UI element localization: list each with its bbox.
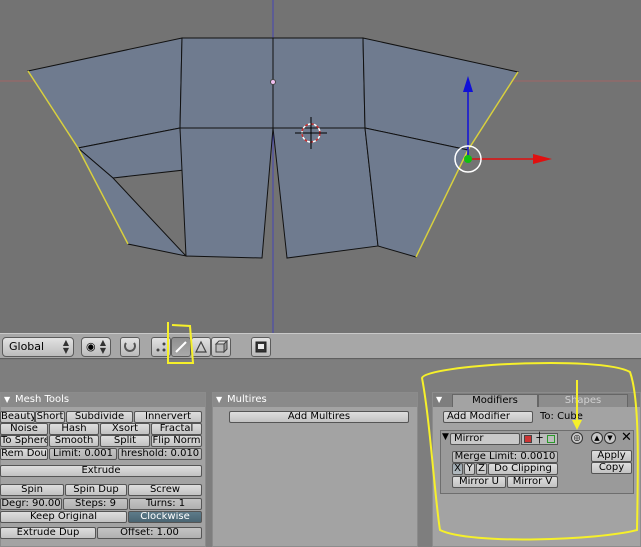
mirror-u-toggle[interactable]: Mirror U	[452, 476, 506, 488]
extrude-dup-button[interactable]: Extrude Dup	[0, 527, 96, 539]
vertex-select-icon[interactable]	[151, 337, 171, 357]
move-down-icon[interactable]: ▼	[604, 432, 616, 444]
rem-doubles-button[interactable]: Rem Dou	[0, 448, 48, 460]
face-select-icon[interactable]	[191, 337, 211, 357]
collapse-triangle-icon[interactable]: ▼	[4, 393, 10, 407]
mirror-v-toggle[interactable]: Mirror V	[507, 476, 558, 488]
panel-title: Mesh Tools	[15, 394, 70, 405]
flip-norm-button[interactable]: Flip Norm	[151, 435, 202, 447]
noise-button[interactable]: Noise	[0, 423, 48, 435]
threshold-field[interactable]: hreshold: 0.010	[118, 448, 202, 460]
turns-field[interactable]: Turns: 1	[129, 498, 202, 510]
move-up-icon[interactable]: ▲	[591, 432, 603, 444]
render-icon[interactable]	[251, 337, 271, 357]
orientation-label: Global	[9, 340, 45, 353]
pivot-icon: ◉	[86, 340, 96, 353]
degrees-field[interactable]: Degr: 90.00	[0, 498, 62, 510]
panel-title: Multires	[227, 394, 267, 405]
editmode-toggle-icon[interactable]: ┼	[536, 434, 542, 444]
hash-button[interactable]: Hash	[49, 423, 99, 435]
axis-z-toggle[interactable]: Z	[476, 463, 487, 475]
limit-field[interactable]: Limit: 0.001	[49, 448, 117, 460]
tab-modifiers[interactable]: Modifiers	[452, 394, 538, 407]
offset-field[interactable]: Offset: 1.00	[97, 527, 202, 539]
modifier-target-label: To: Cube	[540, 411, 583, 422]
modifier-name-field[interactable]: Mirror	[450, 433, 520, 445]
steps-field[interactable]: Steps: 9	[63, 498, 128, 510]
multires-header[interactable]: ▼ Multires	[213, 393, 417, 407]
y-handle-icon[interactable]	[464, 155, 472, 163]
beauty-button[interactable]: Beauty	[0, 411, 35, 423]
merge-limit-field[interactable]: Merge Limit: 0.0010	[452, 451, 558, 463]
to-sphere-button[interactable]: To Sphere	[0, 435, 48, 447]
split-button[interactable]: Split	[100, 435, 150, 447]
clockwise-toggle[interactable]: Clockwise	[128, 511, 202, 523]
smooth-button[interactable]: Smooth	[49, 435, 99, 447]
subdivide-button[interactable]: Subdivide	[66, 411, 133, 423]
dropdown-arrows-icon: ▲ ▼	[62, 338, 69, 355]
viewport-canvas[interactable]	[0, 0, 641, 333]
dropdown-arrows-icon: ▲ ▼	[99, 338, 106, 355]
3d-viewport[interactable]	[0, 0, 641, 333]
collapse-triangle-icon[interactable]: ▼	[216, 393, 222, 407]
spin-button[interactable]: Spin	[0, 484, 64, 496]
axis-y-toggle[interactable]: Y	[464, 463, 475, 475]
xsort-button[interactable]: Xsort	[100, 423, 150, 435]
close-icon[interactable]: ✕	[621, 430, 632, 445]
collapse-triangle-icon[interactable]: ▼	[436, 393, 442, 407]
x-arrow-icon[interactable]	[533, 154, 552, 164]
orientation-dropdown[interactable]: Global ▲ ▼	[2, 337, 74, 357]
render-toggle-icon[interactable]	[524, 435, 533, 443]
pivot-dropdown[interactable]: ◉ ▲ ▼	[81, 337, 111, 357]
object-origin-dot	[270, 79, 276, 85]
innervert-dropdown[interactable]: Innervert	[134, 411, 202, 423]
3d-view-header: Global ▲ ▼ ◉ ▲ ▼	[0, 333, 641, 359]
expand-triangle-icon[interactable]: ▼	[442, 432, 449, 442]
keep-original-toggle[interactable]: Keep Original	[0, 511, 127, 523]
tab-shapes[interactable]: Shapes	[538, 394, 628, 407]
axis-x-toggle[interactable]: X	[452, 463, 463, 475]
add-modifier-dropdown[interactable]: Add Modifier	[443, 411, 533, 423]
screw-button[interactable]: Screw	[128, 484, 202, 496]
mesh-tools-header[interactable]: ▼ Mesh Tools	[1, 393, 205, 407]
modifier-visibility-toggles: ┼	[521, 433, 558, 445]
fractal-button[interactable]: Fractal	[151, 423, 202, 435]
do-clipping-toggle[interactable]: Do Clipping	[488, 463, 558, 475]
snap-magnet-icon[interactable]	[120, 337, 140, 357]
add-multires-button[interactable]: Add Multires	[229, 411, 409, 423]
extrude-button[interactable]: Extrude	[0, 465, 202, 477]
cage-toggle-icon[interactable]	[546, 435, 555, 443]
apply-button[interactable]: Apply	[591, 450, 632, 462]
modifier-cage-icon[interactable]: ◎	[571, 432, 583, 444]
short-button[interactable]: Short	[35, 411, 65, 423]
copy-button[interactable]: Copy	[591, 462, 632, 474]
edge-select-icon[interactable]	[171, 337, 191, 357]
occlude-icon[interactable]	[211, 337, 231, 357]
spin-dup-button[interactable]: Spin Dup	[65, 484, 127, 496]
